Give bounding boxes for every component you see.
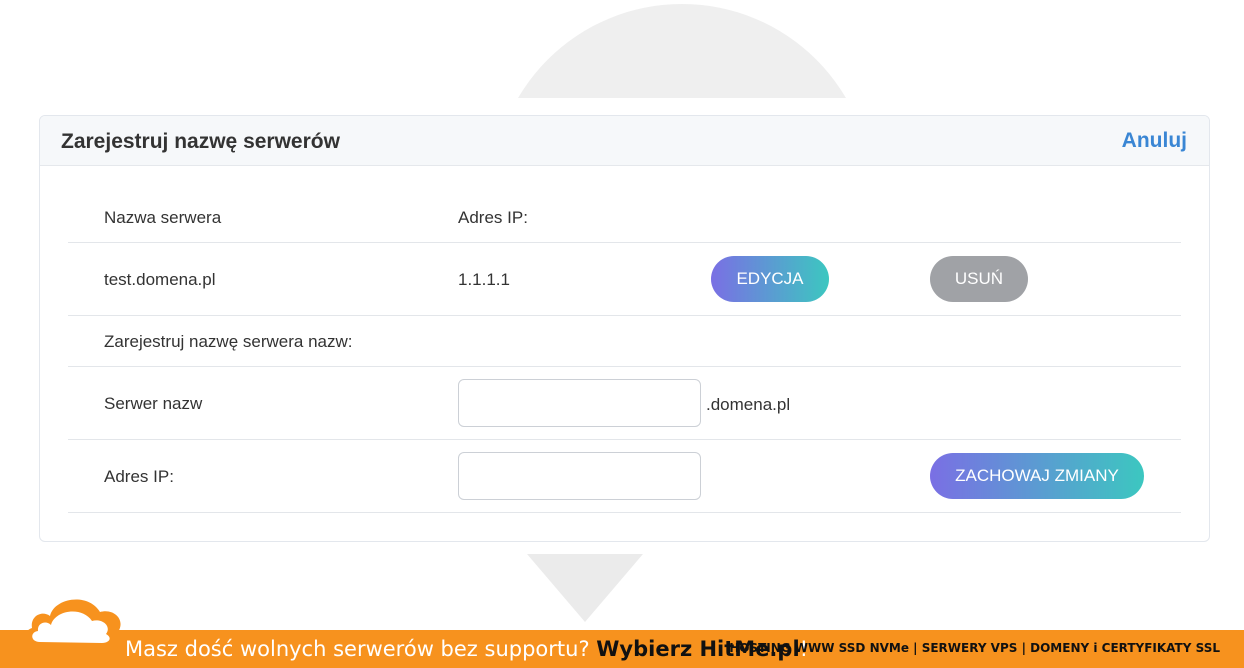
nameserver-row: Serwer nazw .domena.pl: [68, 367, 1181, 440]
server-name: test.domena.pl: [104, 270, 216, 289]
banner-text: Masz dość wolnych serwerów bez supportu?…: [125, 637, 808, 661]
table-header-row: Nazwa serwera Adres IP:: [68, 192, 1181, 243]
delete-button[interactable]: USUŃ: [930, 256, 1028, 302]
nameserver-domain-suffix: .domena.pl: [706, 395, 791, 414]
promo-banner[interactable]: Masz dość wolnych serwerów bez supportu?…: [0, 630, 1244, 668]
ip-row: Adres IP: ZACHOWAJ ZMIANY: [68, 440, 1181, 513]
cloud-icon: [24, 599, 122, 650]
register-nameservers-card: Zarejestruj nazwę serwerów Anuluj Nazwa …: [39, 115, 1210, 542]
banner-text-prefix: Masz dość wolnych serwerów bez supportu?: [125, 637, 597, 661]
background-semicircle: [492, 4, 872, 98]
banner-links[interactable]: HOSTING WWW SSD NVMe | SERWERY VPS | DOM…: [729, 641, 1220, 655]
ip-label: Adres IP:: [104, 467, 174, 486]
background-triangle: [527, 554, 643, 622]
register-section-row: Zarejestruj nazwę serwera nazw:: [68, 316, 1181, 367]
column-header-name: Nazwa serwera: [104, 208, 222, 227]
edit-button[interactable]: EDYCJA: [711, 256, 829, 302]
table-row: test.domena.pl 1.1.1.1 EDYCJA USUŃ: [68, 243, 1181, 316]
cancel-link[interactable]: Anuluj: [1122, 129, 1187, 153]
nameserver-label: Serwer nazw: [104, 394, 203, 413]
register-section-label: Zarejestruj nazwę serwera nazw:: [104, 332, 353, 351]
save-changes-button[interactable]: ZACHOWAJ ZMIANY: [930, 453, 1144, 499]
column-header-ip: Adres IP:: [458, 208, 528, 227]
ip-input[interactable]: [458, 452, 701, 500]
card-title: Zarejestruj nazwę serwerów: [61, 130, 340, 153]
card-header: Zarejestruj nazwę serwerów Anuluj: [40, 116, 1209, 166]
nameserver-input[interactable]: [458, 379, 701, 427]
server-ip: 1.1.1.1: [458, 270, 510, 289]
